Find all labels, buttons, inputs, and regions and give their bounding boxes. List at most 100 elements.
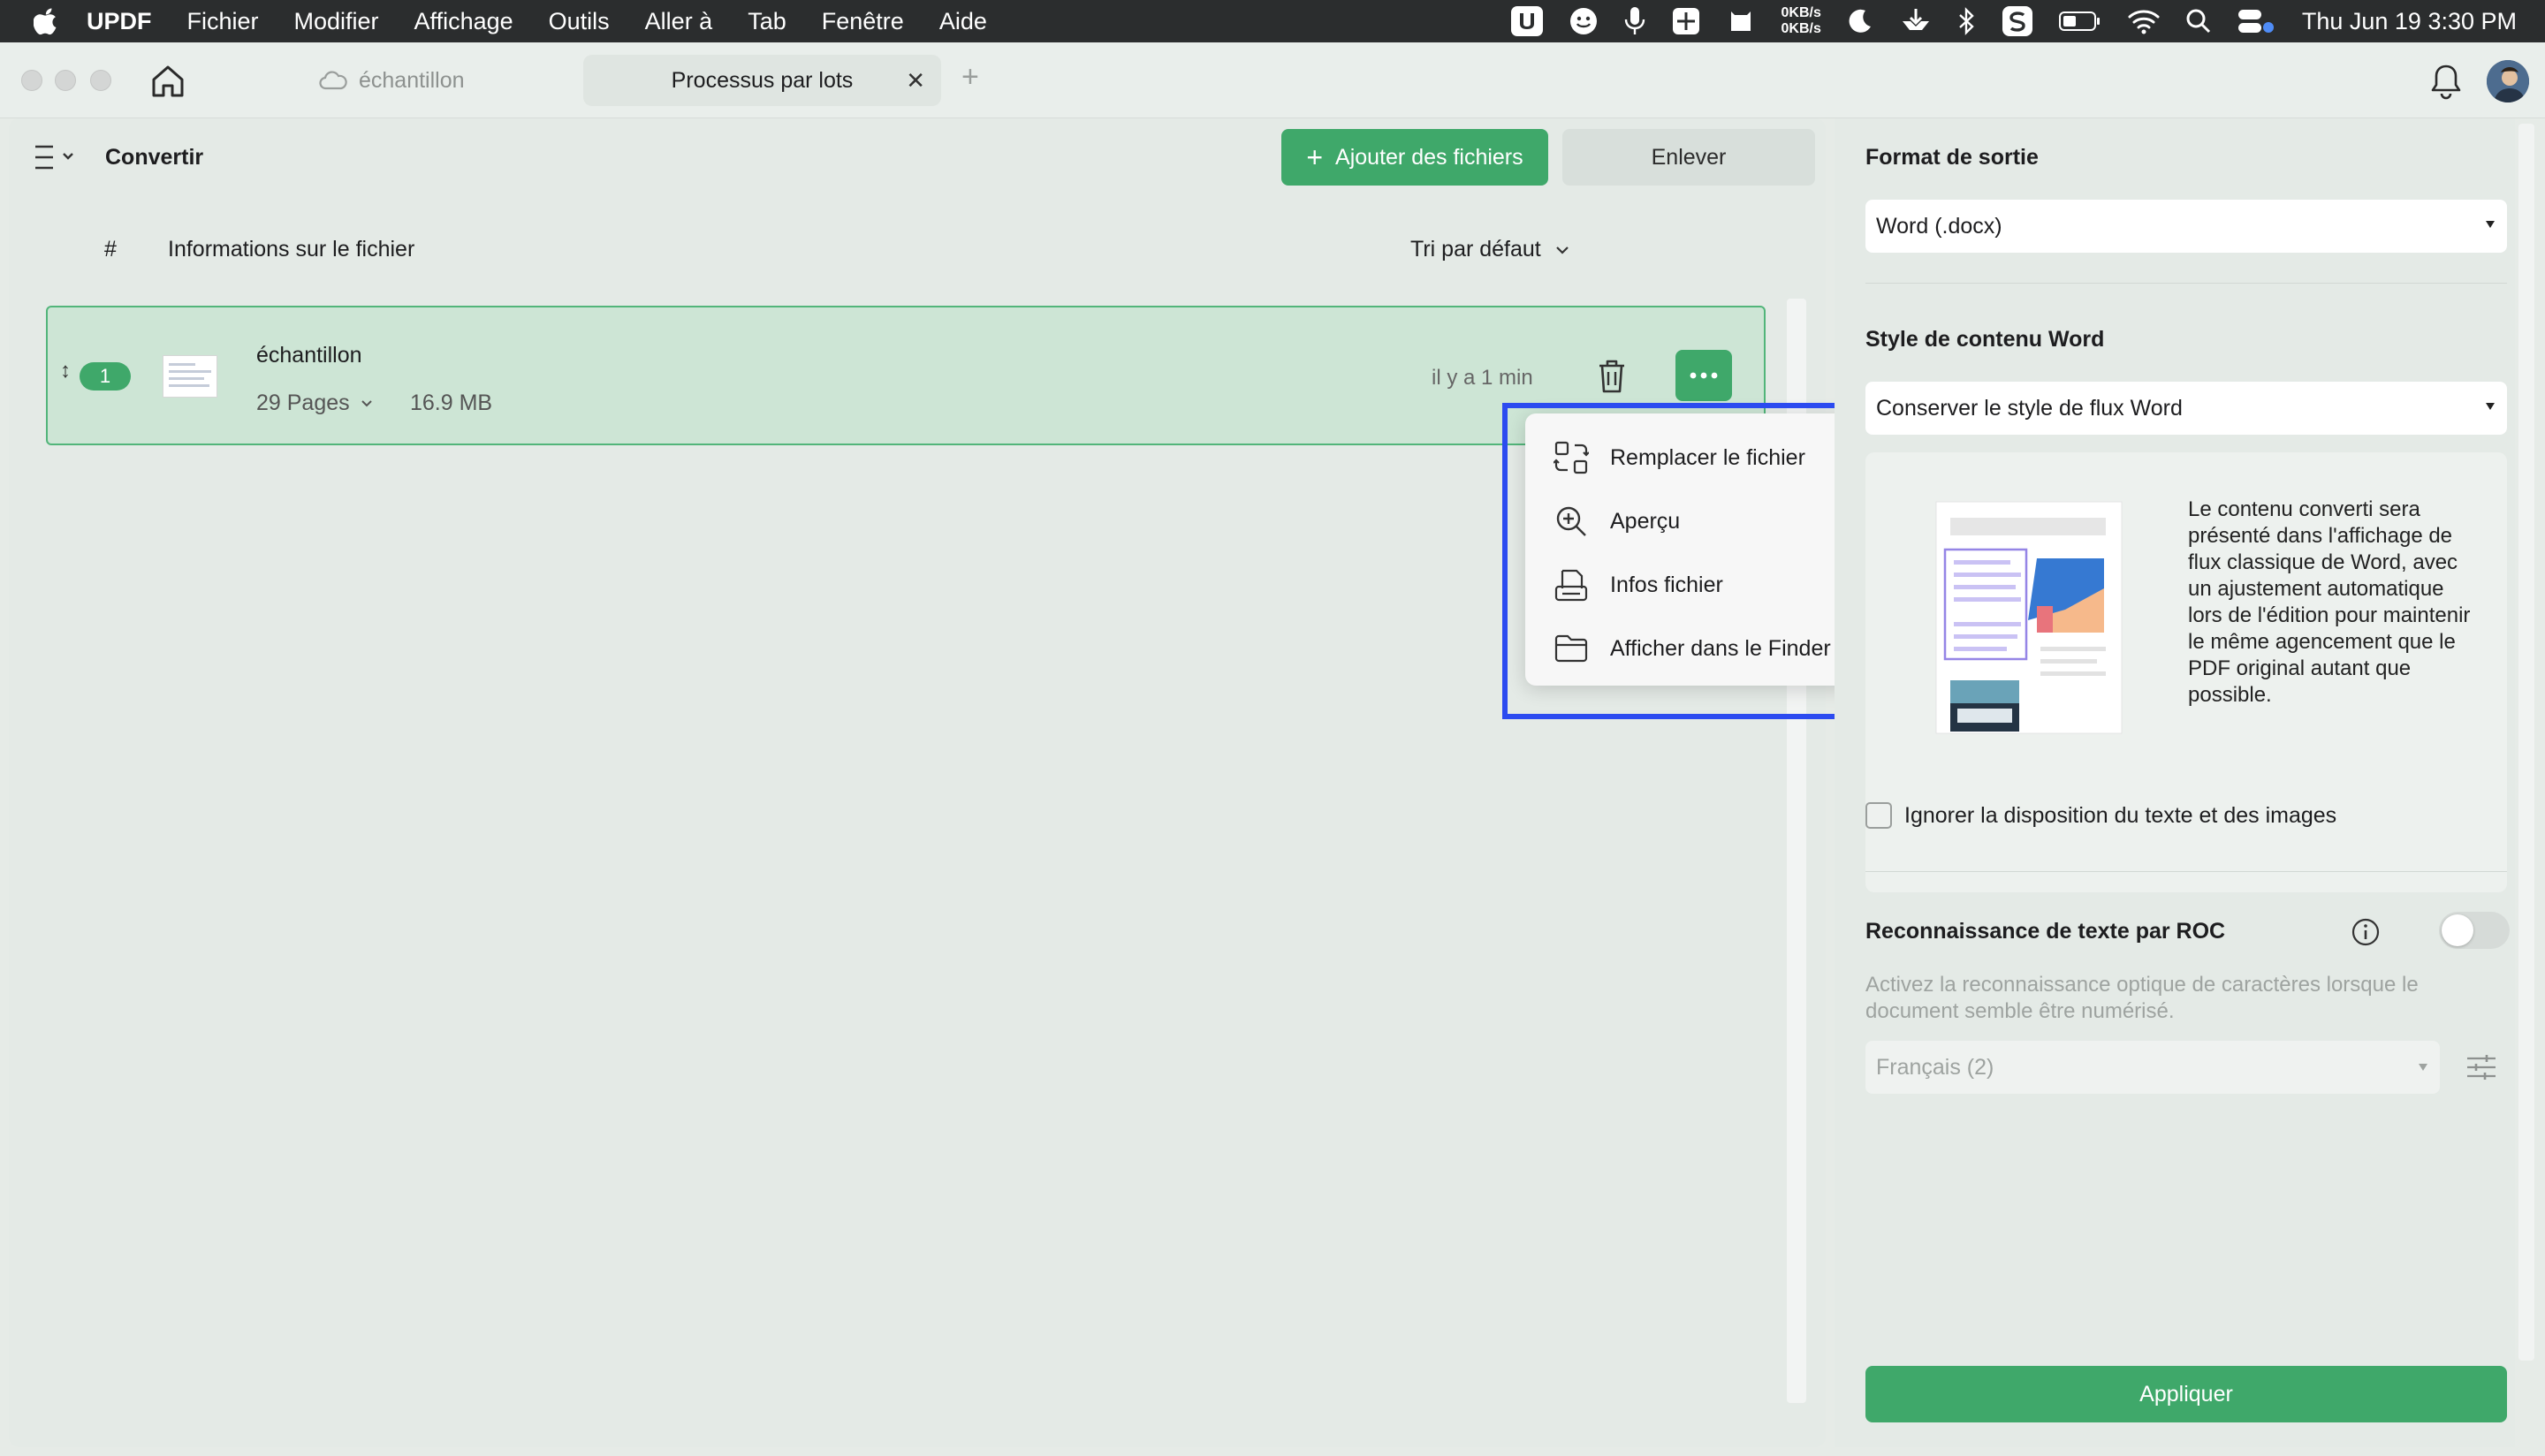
word-style-value: Conserver le style de flux Word bbox=[1876, 395, 2183, 421]
add-files-button[interactable]: + Ajouter des fichiers bbox=[1281, 129, 1548, 186]
ignore-layout-option[interactable]: Ignorer la disposition du texte et des i… bbox=[1865, 802, 2336, 829]
s-tray-icon[interactable] bbox=[2002, 5, 2033, 37]
menu-item-label: Infos fichier bbox=[1610, 572, 1723, 597]
conversion-settings-panel: Format de sortie Word (.docx) Style de c… bbox=[1835, 118, 2515, 1447]
folder-icon bbox=[1554, 634, 1588, 663]
home-icon[interactable] bbox=[148, 62, 187, 101]
ocr-language-select[interactable]: Français (2) bbox=[1865, 1041, 2440, 1094]
apply-label: Appliquer bbox=[2139, 1381, 2233, 1407]
menu-modifier[interactable]: Modifier bbox=[294, 8, 379, 35]
add-files-label: Ajouter des fichiers bbox=[1335, 144, 1523, 170]
menu-item-file-info[interactable]: Infos fichier bbox=[1525, 557, 1861, 613]
file-pages-dropdown[interactable]: 29 Pages bbox=[256, 391, 373, 416]
ignore-layout-label: Ignorer la disposition du texte et des i… bbox=[1904, 802, 2337, 828]
column-index-header: # bbox=[104, 237, 117, 262]
menu-outils[interactable]: Outils bbox=[549, 8, 610, 35]
tab-processus-par-lots[interactable]: Processus par lots ✕ bbox=[583, 55, 941, 106]
updf-tray-icon[interactable] bbox=[1510, 5, 1544, 37]
status-area: 0KB/s 0KB/s Thu Jun 19 3:30 PM bbox=[1510, 0, 2545, 42]
file-row[interactable]: ↕ 1 échantillon 29 Pages 16.9 MB il y a … bbox=[46, 306, 1766, 445]
sort-label: Tri par défaut bbox=[1410, 237, 1541, 262]
moon-icon[interactable] bbox=[1846, 7, 1874, 35]
menu-aller-a[interactable]: Aller à bbox=[645, 8, 713, 35]
control-center-icon[interactable] bbox=[2237, 8, 2277, 34]
remove-button[interactable]: Enlever bbox=[1562, 129, 1815, 186]
chevron-down-icon bbox=[361, 400, 372, 407]
column-info-header: Informations sur le fichier bbox=[168, 237, 415, 262]
app-window: UPDF Fichier Modifier Affichage Outils A… bbox=[0, 0, 2545, 1456]
ignore-layout-checkbox[interactable] bbox=[1865, 802, 1892, 829]
bluetooth-icon[interactable] bbox=[1957, 6, 1977, 36]
file-info-icon bbox=[1554, 569, 1588, 602]
dropdown-caret-icon bbox=[2486, 221, 2495, 228]
spotlight-search-icon[interactable] bbox=[2185, 8, 2212, 34]
menu-item-label: Remplacer le fichier bbox=[1610, 444, 1805, 470]
more-options-button[interactable] bbox=[1675, 350, 1732, 401]
app-tray-icon[interactable] bbox=[1726, 6, 1756, 36]
network-speed: 0KB/s 0KB/s bbox=[1781, 5, 1820, 37]
file-list-header: # Informations sur le fichier Tri par dé… bbox=[9, 231, 1826, 267]
net-down-text: 0KB/s bbox=[1781, 21, 1821, 36]
menu-tab[interactable]: Tab bbox=[748, 8, 786, 35]
notification-bell-icon[interactable] bbox=[2428, 62, 2464, 101]
settings-scrollbar[interactable] bbox=[2518, 124, 2534, 1361]
zoom-window-button[interactable] bbox=[90, 70, 111, 91]
battery-icon[interactable] bbox=[2058, 10, 2102, 33]
apply-button[interactable]: Appliquer bbox=[1865, 1366, 2507, 1422]
file-pages-text: 29 Pages bbox=[256, 391, 350, 415]
sidebar-menu-icon[interactable] bbox=[34, 141, 81, 173]
file-index-badge: 1 bbox=[80, 362, 131, 391]
file-context-menu: Remplacer le fichier Aperçu Infos fichie… bbox=[1525, 413, 1861, 686]
dropdown-caret-icon bbox=[2419, 1064, 2427, 1071]
net-up-text: 0KB/s bbox=[1781, 5, 1821, 20]
close-window-button[interactable] bbox=[21, 70, 42, 91]
chevron-down-icon bbox=[1555, 246, 1569, 254]
word-style-label: Style de contenu Word bbox=[1865, 327, 2105, 352]
menu-items: UPDF Fichier Modifier Affichage Outils A… bbox=[87, 8, 1022, 35]
word-style-select[interactable]: Conserver le style de flux Word bbox=[1865, 382, 2507, 435]
clock-text[interactable]: Thu Jun 19 3:30 PM bbox=[2302, 8, 2517, 35]
file-size: 16.9 MB bbox=[410, 391, 493, 415]
new-tab-button[interactable]: + bbox=[961, 60, 979, 95]
file-name: échantillon bbox=[256, 343, 362, 368]
plus-icon: + bbox=[1306, 141, 1324, 173]
microphone-icon[interactable] bbox=[1623, 5, 1646, 37]
trash-icon[interactable] bbox=[1594, 357, 1630, 396]
ocr-label: Reconnaissance de texte par ROC bbox=[1865, 919, 2226, 944]
output-format-select[interactable]: Word (.docx) bbox=[1865, 200, 2507, 253]
output-format-value: Word (.docx) bbox=[1876, 213, 2002, 239]
menu-affichage[interactable]: Affichage bbox=[414, 8, 513, 35]
flow-layout-illustration bbox=[1935, 501, 2123, 734]
drag-handle-icon[interactable]: ↕ bbox=[60, 359, 71, 383]
close-tab-icon[interactable]: ✕ bbox=[906, 67, 925, 95]
menu-fenetre[interactable]: Fenêtre bbox=[822, 8, 904, 35]
menu-item-label: Afficher dans le Finder bbox=[1610, 635, 1831, 661]
menu-fichier[interactable]: Fichier bbox=[187, 8, 259, 35]
ocr-toggle[interactable] bbox=[2439, 912, 2510, 949]
menu-item-replace-file[interactable]: Remplacer le fichier bbox=[1525, 429, 1861, 486]
info-icon[interactable] bbox=[2351, 917, 2381, 947]
apple-icon[interactable] bbox=[34, 7, 60, 35]
user-avatar[interactable] bbox=[2487, 60, 2529, 102]
menu-item-label: Aperçu bbox=[1610, 508, 1681, 534]
download-tray-icon[interactable] bbox=[1899, 7, 1933, 35]
replace-icon bbox=[1554, 441, 1589, 474]
menu-app-name[interactable]: UPDF bbox=[87, 8, 152, 35]
window-tab-bar: échantillon Processus par lots ✕ + bbox=[0, 42, 2545, 118]
ocr-description: Activez la reconnaissance optique de car… bbox=[1865, 973, 2419, 1023]
toggle-knob bbox=[2442, 914, 2473, 946]
ocr-settings-sliders-icon[interactable] bbox=[2464, 1050, 2499, 1085]
dropdown-caret-icon bbox=[2486, 403, 2495, 410]
menu-item-preview[interactable]: Aperçu bbox=[1525, 493, 1861, 550]
tab-echantillon[interactable]: échantillon bbox=[318, 55, 574, 106]
tab-echantillon-label: échantillon bbox=[359, 67, 465, 93]
menu-item-show-in-finder[interactable]: Afficher dans le Finder bbox=[1525, 620, 1861, 677]
emoji-icon[interactable] bbox=[1569, 6, 1599, 36]
minimize-window-button[interactable] bbox=[55, 70, 76, 91]
file-thumbnail bbox=[163, 355, 217, 398]
screen-grid-icon[interactable] bbox=[1671, 6, 1701, 36]
sort-dropdown[interactable]: Tri par défaut bbox=[1410, 237, 1569, 262]
menu-aide[interactable]: Aide bbox=[939, 8, 987, 35]
wifi-icon[interactable] bbox=[2127, 8, 2161, 34]
batch-file-panel: Convertir + Ajouter des fichiers Enlever… bbox=[9, 118, 1826, 1447]
